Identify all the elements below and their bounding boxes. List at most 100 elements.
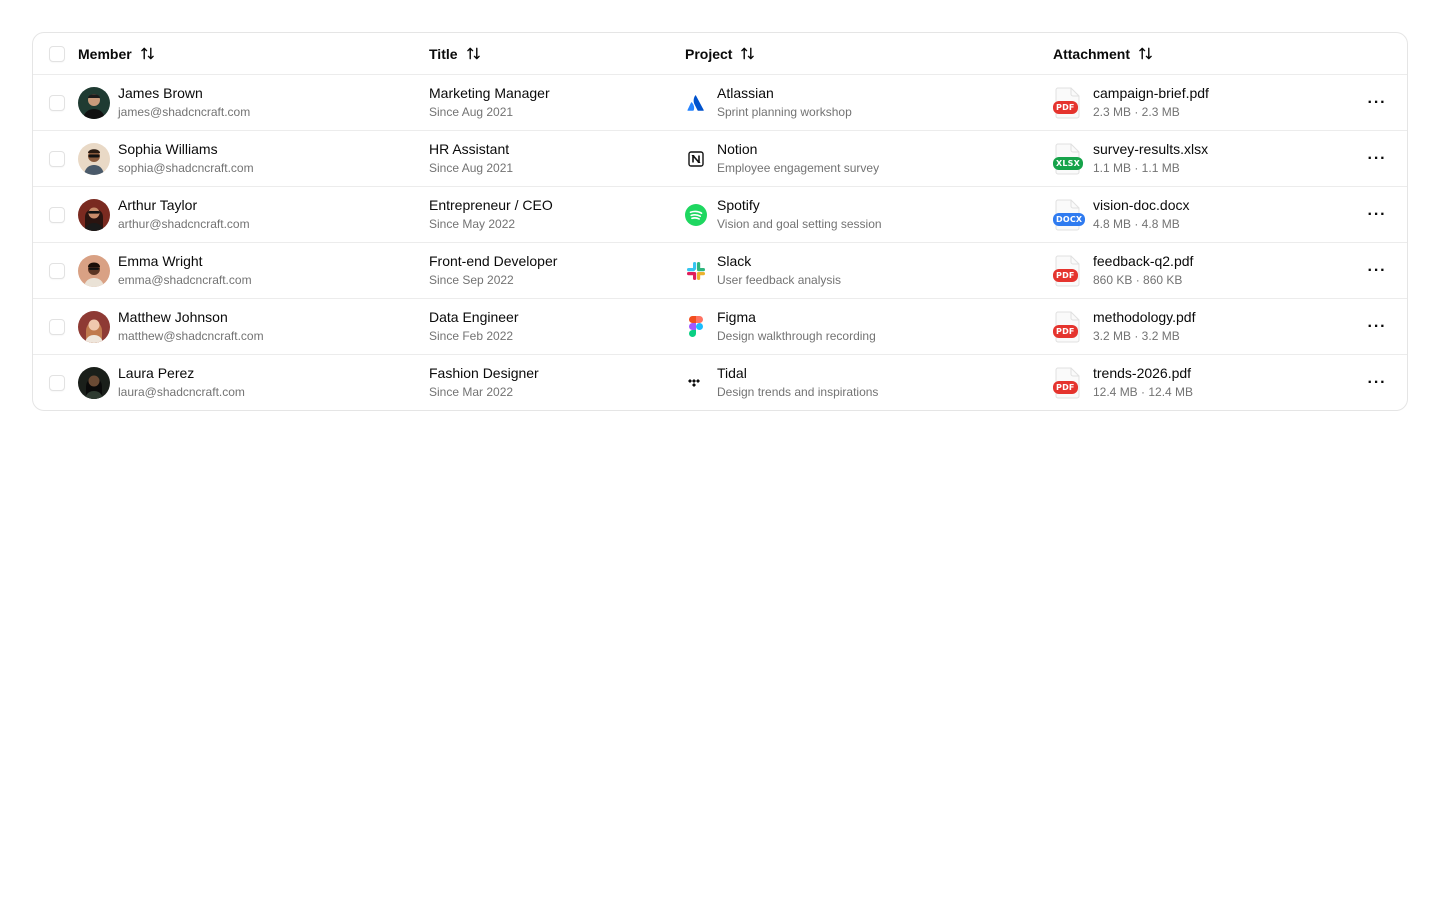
file-name[interactable]: vision-doc.docx (1093, 196, 1190, 215)
attachment-cell[interactable]: DOCX vision-doc.docx 4.8 MB · 4.8 MB (1053, 187, 1353, 242)
member-role: Entrepreneur / CEO (429, 197, 553, 213)
attachment-cell[interactable]: PDF campaign-brief.pdf 2.3 MB · 2.3 MB (1053, 75, 1353, 130)
avatar (78, 366, 110, 399)
column-title[interactable]: Title (429, 33, 679, 74)
column-attachment-label: Attachment (1053, 45, 1131, 62)
project-description: Design walkthrough recording (717, 329, 876, 343)
sort-icon[interactable] (466, 46, 481, 61)
project-description: User feedback analysis (717, 273, 842, 287)
table-row[interactable]: Arthur Taylor arthur@shadcncraft.com Ent… (33, 186, 1407, 242)
attachment-cell[interactable]: XLSX survey-results.xlsx 1.1 MB · 1.1 MB (1053, 131, 1353, 186)
more-actions-icon[interactable]: ··· (1368, 150, 1387, 167)
column-attachment[interactable]: Attachment (1053, 33, 1353, 74)
attachment-cell[interactable]: PDF trends-2026.pdf 12.4 MB · 12.4 MB (1053, 355, 1353, 410)
more-actions-icon[interactable]: ··· (1368, 318, 1387, 335)
column-title-header[interactable]: Title (429, 46, 481, 62)
file-type-badge: PDF (1053, 100, 1078, 114)
file-size: 3.2 MB · 3.2 MB (1093, 329, 1180, 343)
member-since: Since Aug 2021 (429, 161, 514, 175)
member-name: James Brown (118, 85, 203, 101)
pdf-file-icon: PDF (1053, 310, 1083, 344)
member-name: Matthew Johnson (118, 309, 228, 325)
select-all-checkbox[interactable] (49, 45, 65, 62)
row-actions-cell: ··· (1361, 299, 1393, 354)
project-cell: Tidal Design trends and inspirations (685, 355, 1045, 410)
file-name[interactable]: feedback-q2.pdf (1093, 252, 1193, 271)
project-name: Slack (717, 253, 752, 269)
project-name: Figma (717, 309, 756, 325)
column-project-header[interactable]: Project (685, 46, 755, 62)
member-name: Emma Wright (118, 253, 203, 269)
member-since: Since Sep 2022 (429, 273, 514, 287)
file-type-badge: PDF (1053, 324, 1078, 338)
file-name[interactable]: campaign-brief.pdf (1093, 84, 1209, 103)
member-cell: Matthew Johnson matthew@shadcncraft.com (78, 299, 418, 354)
project-name: Tidal (717, 365, 747, 381)
file-name[interactable]: methodology.pdf (1093, 308, 1195, 327)
select-all-cell (49, 33, 69, 74)
project-cell: Atlassian Sprint planning workshop (685, 75, 1045, 130)
xlsx-file-icon: XLSX (1053, 142, 1083, 176)
project-cell: Spotify Vision and goal setting session (685, 187, 1045, 242)
row-actions-cell: ··· (1361, 187, 1393, 242)
attachment-cell[interactable]: PDF feedback-q2.pdf 860 KB · 860 KB (1053, 243, 1353, 298)
more-actions-icon[interactable]: ··· (1368, 206, 1387, 223)
row-checkbox[interactable] (49, 374, 65, 391)
more-actions-icon[interactable]: ··· (1368, 374, 1387, 391)
table-row[interactable]: Sophia Williams sophia@shadcncraft.com H… (33, 130, 1407, 186)
tidal-icon (685, 372, 707, 394)
column-member-header[interactable]: Member (78, 46, 155, 62)
member-email: arthur@shadcncraft.com (118, 217, 250, 231)
row-select-cell (49, 243, 69, 298)
column-member[interactable]: Member (78, 33, 418, 74)
table-row[interactable]: James Brown james@shadcncraft.com Market… (33, 74, 1407, 130)
file-size: 12.4 MB · 12.4 MB (1093, 385, 1194, 399)
table-header: Member Title Project Attachment (33, 33, 1407, 74)
file-name[interactable]: trends-2026.pdf (1093, 364, 1193, 383)
file-type-badge: PDF (1053, 380, 1078, 394)
column-attachment-header[interactable]: Attachment (1053, 46, 1153, 62)
title-cell: Front-end Developer Since Sep 2022 (429, 243, 679, 298)
column-project[interactable]: Project (685, 33, 1045, 74)
row-select-cell (49, 75, 69, 130)
row-select-cell (49, 299, 69, 354)
column-title-label: Title (429, 45, 458, 62)
row-checkbox[interactable] (49, 262, 65, 279)
row-checkbox[interactable] (49, 94, 65, 111)
column-member-label: Member (78, 45, 132, 62)
sort-icon[interactable] (1138, 46, 1153, 61)
avatar (78, 198, 110, 231)
member-since: Since Aug 2021 (429, 105, 514, 119)
member-name: Arthur Taylor (118, 197, 198, 213)
table-row[interactable]: Emma Wright emma@shadcncraft.com Front-e… (33, 242, 1407, 298)
member-email: laura@shadcncraft.com (118, 385, 245, 399)
row-checkbox[interactable] (49, 206, 65, 223)
member-email: emma@shadcncraft.com (118, 273, 252, 287)
table-row[interactable]: Laura Perez laura@shadcncraft.com Fashio… (33, 354, 1407, 410)
project-description: Sprint planning workshop (717, 105, 852, 119)
member-cell: Sophia Williams sophia@shadcncraft.com (78, 131, 418, 186)
member-role: Data Engineer (429, 309, 519, 325)
row-checkbox[interactable] (49, 318, 65, 335)
more-actions-icon[interactable]: ··· (1368, 94, 1387, 111)
file-type-badge: DOCX (1053, 212, 1086, 226)
attachment-cell[interactable]: PDF methodology.pdf 3.2 MB · 3.2 MB (1053, 299, 1353, 354)
file-name[interactable]: survey-results.xlsx (1093, 140, 1208, 159)
member-since: Since Mar 2022 (429, 385, 514, 399)
table-row[interactable]: Matthew Johnson matthew@shadcncraft.com … (33, 298, 1407, 354)
more-actions-icon[interactable]: ··· (1368, 262, 1387, 279)
member-email: sophia@shadcncraft.com (118, 161, 254, 175)
sort-icon[interactable] (740, 46, 755, 61)
column-project-label: Project (685, 45, 733, 62)
pdf-file-icon: PDF (1053, 366, 1083, 400)
slack-icon (685, 260, 707, 282)
member-role: Front-end Developer (429, 253, 558, 269)
row-select-cell (49, 131, 69, 186)
project-cell: Figma Design walkthrough recording (685, 299, 1045, 354)
row-select-cell (49, 355, 69, 410)
sort-icon[interactable] (140, 46, 155, 61)
member-email: james@shadcncraft.com (118, 105, 251, 119)
row-checkbox[interactable] (49, 150, 65, 167)
title-cell: Fashion Designer Since Mar 2022 (429, 355, 679, 410)
member-name: Sophia Williams (118, 141, 218, 157)
